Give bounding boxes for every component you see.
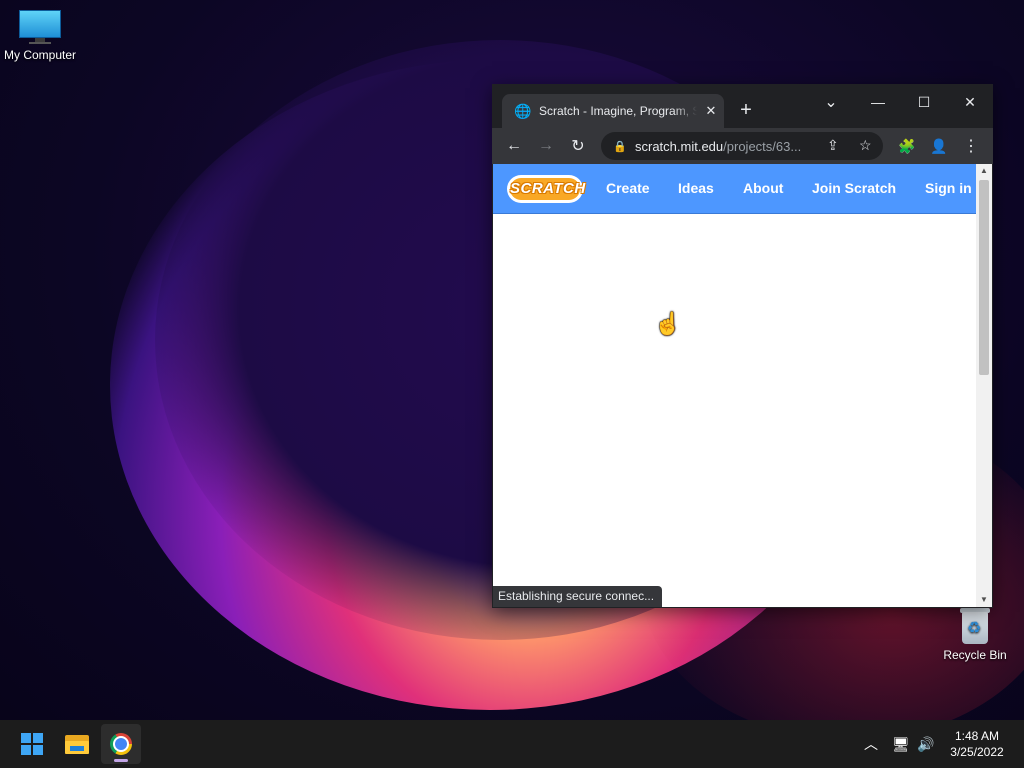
chrome-window: 🌐 Scratch - Imagine, Program, Share ✕ + … <box>492 84 993 608</box>
profile-icon[interactable]: 👤 <box>928 135 950 157</box>
share-icon[interactable]: ⇪ <box>827 137 839 154</box>
tab-search-button[interactable]: ⌄ <box>814 88 848 116</box>
url-host: scratch.mit.edu <box>635 138 724 154</box>
tab-scratch[interactable]: 🌐 Scratch - Imagine, Program, Share ✕ <box>502 94 724 128</box>
reload-button[interactable]: ↻ <box>567 135 589 157</box>
running-indicator <box>114 759 128 762</box>
nav-join-scratch[interactable]: Join Scratch <box>812 180 896 196</box>
page-scrollbar[interactable]: ▲ ▼ <box>976 164 992 607</box>
desktop-icon-label: Recycle Bin <box>943 648 1007 662</box>
start-button[interactable] <box>12 724 52 764</box>
chrome-icon <box>110 733 132 755</box>
address-bar[interactable]: 🔒 scratch.mit.edu/projects/63... ⇪ ☆ <box>601 132 883 160</box>
hand-cursor-icon: ☝ <box>654 311 682 336</box>
minimize-button[interactable]: — <box>861 88 895 116</box>
nav-about[interactable]: About <box>743 180 783 196</box>
status-bubble: Establishing secure connec... <box>493 586 663 607</box>
menu-icon[interactable]: ⋮ <box>960 135 982 157</box>
folder-icon <box>65 734 89 754</box>
back-button[interactable]: ← <box>503 135 525 157</box>
scratch-logo[interactable]: SCRATCH <box>507 174 585 203</box>
extensions-icon[interactable]: 🧩 <box>896 135 918 157</box>
tab-strip: 🌐 Scratch - Imagine, Program, Share ✕ + … <box>492 84 993 128</box>
globe-icon: 🌐 <box>514 103 532 119</box>
clock-time: 1:48 AM <box>954 729 1000 743</box>
desktop-icon-label: My Computer <box>3 48 77 62</box>
taskbar-file-explorer[interactable] <box>57 724 97 764</box>
network-icon[interactable]: 🖥 <box>892 720 910 768</box>
volume-icon[interactable]: 🔊 <box>917 720 934 768</box>
nav-ideas[interactable]: Ideas <box>678 180 714 196</box>
scroll-up-icon[interactable]: ▲ <box>976 164 992 178</box>
tab-close-icon[interactable]: ✕ <box>703 103 719 119</box>
bookmark-star-icon[interactable]: ☆ <box>859 137 872 154</box>
taskbar: ︿ 🖥 🔊 1:48 AM 3/25/2022 <box>0 720 1024 768</box>
scratch-navbar: SCRATCH Create Ideas About Join Scratch … <box>493 164 976 214</box>
scratch-logo-text: SCRATCH <box>510 177 585 200</box>
taskbar-chrome[interactable] <box>101 724 141 764</box>
new-tab-button[interactable]: + <box>736 98 756 122</box>
clock-date: 3/25/2022 <box>950 745 1004 759</box>
url-text: scratch.mit.edu/projects/63... <box>635 139 801 154</box>
browser-toolbar: ← → ↻ 🔒 scratch.mit.edu/projects/63... ⇪… <box>492 128 993 164</box>
taskbar-clock[interactable]: 1:48 AM 3/25/2022 <box>942 728 1012 760</box>
scroll-down-icon[interactable]: ▼ <box>976 593 992 607</box>
nav-sign-in[interactable]: Sign in <box>925 180 972 196</box>
recycle-bin-icon: ♻ <box>958 606 992 644</box>
desktop-icon-my-computer[interactable]: My Computer <box>2 10 78 62</box>
windows-logo-icon <box>21 733 43 755</box>
maximize-button[interactable]: ☐ <box>907 88 941 116</box>
tab-title: Scratch - Imagine, Program, Share <box>539 104 697 118</box>
forward-button[interactable]: → <box>535 135 557 157</box>
desktop-icon-recycle-bin[interactable]: ♻ Recycle Bin <box>940 606 1010 662</box>
nav-create[interactable]: Create <box>606 180 650 196</box>
scroll-thumb[interactable] <box>979 180 989 375</box>
url-path: /projects/63... <box>723 138 802 154</box>
monitor-icon <box>19 10 61 44</box>
tray-overflow-chevron-icon[interactable]: ︿ <box>864 720 878 768</box>
page-viewport: SCRATCH Create Ideas About Join Scratch … <box>493 164 992 607</box>
close-window-button[interactable]: ✕ <box>953 88 987 116</box>
lock-icon[interactable]: 🔒 <box>613 140 627 153</box>
